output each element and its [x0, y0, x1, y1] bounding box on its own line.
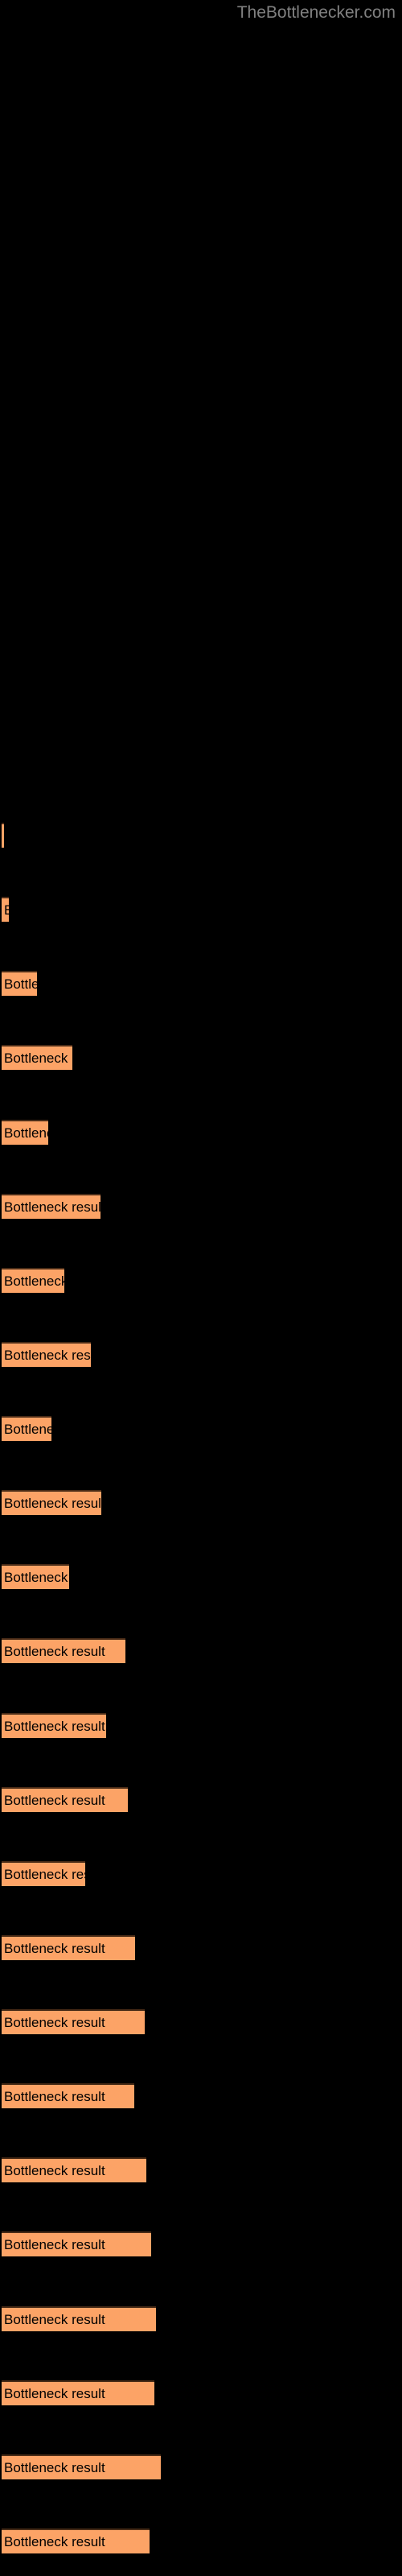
bar-row: Bottleneck result — [0, 897, 402, 923]
bar-label: Bottleneck result — [4, 2385, 105, 2401]
bar-label: Bottleneck result — [4, 1866, 85, 1882]
bar[interactable]: Bottleneck result — [2, 1712, 106, 1738]
bar-label: Bottleneck result — [4, 1051, 72, 1067]
bar[interactable]: Bottleneck result — [2, 1490, 101, 1516]
bar-row: Bottleneck result — [0, 1860, 402, 1886]
bar[interactable]: Bottleneck result — [2, 1045, 72, 1071]
bar[interactable]: Bottleneck result — [2, 897, 9, 923]
bar-label: Bottleneck result — [4, 2163, 105, 2179]
bar-row: Bottleneck result — [0, 2083, 402, 2109]
bar-label: Bottleneck result — [4, 2459, 105, 2475]
bar-row: Bottleneck result — [0, 1416, 402, 1442]
bar[interactable]: Bottleneck result — [2, 1193, 100, 1219]
bar[interactable]: Bottleneck result — [2, 2231, 151, 2257]
bar-row: Bottleneck result — [0, 1267, 402, 1293]
bar-label: Bottleneck result — [4, 1496, 101, 1512]
bar[interactable]: Bottleneck result — [2, 1786, 128, 1812]
bar-row: Bottleneck result — [0, 2231, 402, 2257]
bar-row: Bottleneck result — [0, 1119, 402, 1145]
bar[interactable]: Bottleneck result — [2, 2306, 156, 2331]
bar-row: Bottleneck result — [0, 1638, 402, 1664]
bar-row: Bottleneck result — [0, 1564, 402, 1590]
bar-label: Bottleneck result — [4, 1347, 91, 1363]
bar-label: Bottleneck result — [4, 1644, 105, 1660]
bar-row: Bottleneck result — [0, 1786, 402, 1812]
bar[interactable]: Bottleneck result — [2, 2454, 161, 2479]
bar-row: Bottleneck result — [0, 2380, 402, 2405]
bar[interactable]: Bottleneck result — [2, 1267, 64, 1293]
bar-label: Bottleneck result — [4, 2015, 105, 2031]
bar[interactable]: Bottleneck result — [2, 1564, 69, 1590]
bar-row: Bottleneck result — [0, 2009, 402, 2035]
bar-label: Bottleneck result — [4, 1718, 105, 1734]
bar-row: Bottleneck result — [0, 2157, 402, 2183]
bar-label: Bottleneck result — [4, 2089, 105, 2105]
bar-row: Bottleneck result — [0, 1193, 402, 1219]
bar[interactable]: Bottleneck result — [2, 1341, 91, 1367]
bar[interactable]: Bottleneck result — [2, 2157, 146, 2183]
bar-row: Bottleneck result — [0, 2529, 402, 2553]
bottleneck-bar-chart: Bottleneck result Bottleneck result Bottle… — [0, 0, 402, 2576]
bar-label: Bottleneck result — [4, 1940, 105, 1956]
bar-row: Bottleneck result — [0, 1341, 402, 1367]
bar-label: Bottleneck result — [4, 976, 37, 993]
bar-label: Bottleneck result — [4, 2237, 105, 2253]
bar[interactable]: Bottleneck result — [2, 971, 37, 997]
bar-row: Bottleneck result — [0, 2306, 402, 2331]
bar-row: Bottleneck result — [0, 2454, 402, 2479]
bar[interactable]: Bottleneck result — [2, 2083, 134, 2109]
bar-label: Bottleneck result — [4, 1125, 48, 1141]
bar-row: Bottleneck result — [0, 823, 402, 848]
bar-row: Bottleneck result — [0, 971, 402, 997]
bar-label: Bottleneck result — [4, 2534, 105, 2549]
bar-row: Bottleneck result — [0, 1712, 402, 1738]
bar[interactable]: Bottleneck result — [2, 2529, 150, 2553]
bar-label: Bottleneck result — [4, 1422, 51, 1438]
bar[interactable]: Bottleneck result — [2, 2380, 154, 2405]
bar-label: Bottleneck result — [4, 2311, 105, 2327]
bar-label: Bottleneck result — [4, 1199, 100, 1215]
bar[interactable]: Bottleneck result — [2, 1119, 48, 1145]
bar-label: Bottleneck result — [4, 898, 9, 922]
bar-label: Bottleneck result — [4, 1792, 105, 1808]
bar[interactable]: Bottleneck result — [2, 2009, 145, 2035]
bar-row: Bottleneck result — [0, 1045, 402, 1071]
bar-label: Bottleneck result — [4, 1273, 64, 1289]
bar[interactable]: Bottleneck result — [2, 823, 4, 848]
bar[interactable]: Bottleneck result — [2, 1860, 85, 1886]
bar-label: Bottleneck result — [4, 1570, 69, 1586]
bar[interactable]: Bottleneck result — [2, 1934, 135, 1960]
bar-row: Bottleneck result — [0, 1490, 402, 1516]
bar-row: Bottleneck result — [0, 1934, 402, 1960]
bar[interactable]: Bottleneck result — [2, 1638, 125, 1664]
bar[interactable]: Bottleneck result — [2, 1416, 51, 1442]
